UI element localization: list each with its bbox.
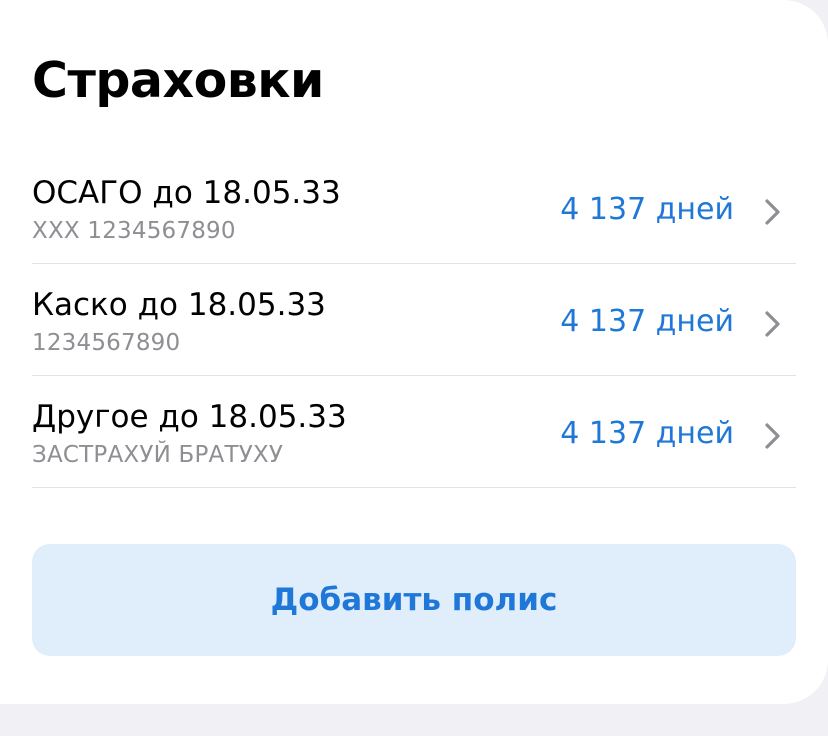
policy-days-left: 4 137 дней (560, 304, 734, 339)
policy-row-other[interactable]: Другое до 18.05.33 ЗАСТРАХУЙ БРАТУХУ 4 1… (32, 376, 796, 488)
policy-title: Другое до 18.05.33 (32, 399, 347, 435)
policy-days-left: 4 137 дней (560, 416, 734, 451)
policy-number: XXX 1234567890 (32, 218, 236, 244)
add-policy-button[interactable]: Добавить полис (32, 544, 796, 656)
insurance-card: Страховки ОСАГО до 18.05.33 XXX 12345678… (0, 0, 828, 704)
policy-number: ЗАСТРАХУЙ БРАТУХУ (32, 442, 284, 468)
policy-title: Каско до 18.05.33 (32, 287, 326, 323)
policy-row-osago[interactable]: ОСАГО до 18.05.33 XXX 1234567890 4 137 д… (32, 152, 796, 264)
page-title: Страховки (32, 52, 324, 109)
chevron-right-icon (765, 311, 780, 337)
policy-list: ОСАГО до 18.05.33 XXX 1234567890 4 137 д… (32, 152, 796, 488)
policy-title: ОСАГО до 18.05.33 (32, 175, 341, 211)
policy-row-kasko[interactable]: Каско до 18.05.33 1234567890 4 137 дней (32, 264, 796, 376)
chevron-right-icon (765, 199, 780, 225)
policy-number: 1234567890 (32, 330, 181, 356)
chevron-right-icon (765, 423, 780, 449)
add-policy-label: Добавить полис (270, 582, 558, 618)
policy-days-left: 4 137 дней (560, 192, 734, 227)
